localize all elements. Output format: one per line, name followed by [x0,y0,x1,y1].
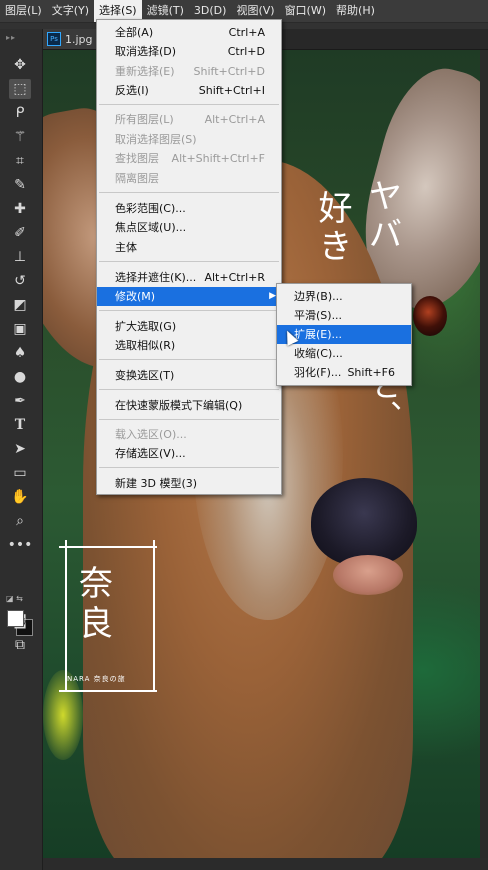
menu-item-select-and-mask[interactable]: 选择并遮住(K)... Alt+Ctrl+R [97,268,281,287]
submenu-item-border[interactable]: 边界(B)... [277,287,411,306]
menu-item-all[interactable]: 全部(A) Ctrl+A [97,23,281,42]
menu-item-isolate-layers[interactable]: 隔离图层 [97,169,281,188]
menu-separator [99,389,279,390]
submenu-item-smooth[interactable]: 平滑(S)... [277,306,411,325]
pen-icon[interactable]: ✒ [9,391,31,411]
stamp-icon[interactable]: ⊥ [9,247,31,267]
deer-mouth [333,555,403,595]
menu-item-deselect[interactable]: 取消选择(D) Ctrl+D [97,42,281,61]
menu-separator [99,104,279,105]
menu-separator [99,359,279,360]
menu-item-new-3d-model[interactable]: 新建 3D 模型(3) [97,474,281,493]
brush-icon[interactable]: ✐ [9,223,31,243]
menu-item-subject[interactable]: 主体 [97,238,281,257]
gradient-icon[interactable]: ▣ [9,319,31,339]
menu-window[interactable]: 窗口(W) [280,0,331,22]
menu-item-reselect[interactable]: 重新选择(E) Shift+Ctrl+D [97,62,281,81]
menu-item-color-range[interactable]: 色彩范围(C)... [97,199,281,218]
eraser-icon[interactable]: ◩ [9,295,31,315]
deer-nose [311,478,417,566]
hand-icon[interactable]: ✋ [9,487,31,507]
more-icon[interactable]: ••• [8,535,33,555]
menu-separator [99,192,279,193]
zoom-icon[interactable]: ⌕ [9,511,31,531]
vertical-scrollbar[interactable] [480,50,488,858]
swap-colors-icon[interactable]: ◪ ⇆ [6,594,23,603]
poster-title-char-1: 奈 [79,564,113,604]
menu-item-save-selection[interactable]: 存储选区(V)... [97,444,281,463]
menu-separator [99,261,279,262]
deer-eye [413,296,447,336]
poster-vertical-text-2: 好き [312,190,352,266]
menu-item-modify[interactable]: 修改(M) ▶ [97,287,281,306]
poster-title: 奈 良 [79,564,129,644]
path-select-icon[interactable]: ➤ [9,439,31,459]
magic-wand-icon[interactable]: ⚚ [9,127,31,147]
menu-item-find-layers[interactable]: 查找图层 Alt+Shift+Ctrl+F [97,149,281,168]
modify-submenu: 边界(B)... 平滑(S)... 扩展(E)... 收缩(C)... 羽化(F… [276,283,412,386]
menu-separator [99,419,279,420]
title-frame-bottom [59,690,157,692]
healing-brush-icon[interactable]: ✚ [9,199,31,219]
rectangle-icon[interactable]: ▭ [9,463,31,483]
menu-layer[interactable]: 图层(L) [0,0,47,22]
submenu-item-contract[interactable]: 收缩(C)... [277,344,411,363]
move-icon[interactable]: ✥ [9,55,31,75]
menu-item-quick-mask[interactable]: 在快速蒙版模式下编辑(Q) [97,396,281,415]
screen-mode-icon[interactable]: ⧉ [9,635,31,655]
status-bar [43,858,488,870]
menu-item-all-layers[interactable]: 所有图层(L) Alt+Ctrl+A [97,110,281,129]
lasso-icon[interactable]: ᑭ [9,103,31,123]
menu-item-grow[interactable]: 扩大选取(G) [97,317,281,336]
history-brush-icon[interactable]: ↺ [9,271,31,291]
menu-help[interactable]: 帮助(H) [331,0,380,22]
dodge-icon[interactable]: ● [9,367,31,387]
poster-title-char-2: 良 [79,604,113,644]
submenu-arrow-icon: ▶ [269,291,276,301]
tools-panel: ▸▸ ✥ ⬚ ᑭ ⚚ ⌗ ✎ ✚ ✐ ⊥ ↺ ◩ ▣ ♠ ● ✒ T ➤ ▭ ✋… [0,29,43,870]
poster-subtitle: NARA 奈良の旅 [67,675,126,683]
foreground-color-swatch[interactable] [7,610,24,627]
submenu-item-feather[interactable]: 羽化(F)... Shift+F6 [277,363,411,382]
marquee-icon[interactable]: ⬚ [9,79,31,99]
menu-item-load-selection[interactable]: 载入选区(O)... [97,425,281,444]
poster-vertical-text-1: ヤバ [362,178,402,254]
menu-item-transform-selection[interactable]: 变换选区(T) [97,366,281,385]
ps-file-icon: Ps [47,32,61,46]
menu-item-deselect-layers[interactable]: 取消选择图层(S) [97,130,281,149]
menu-item-focus-area[interactable]: 焦点区域(U)... [97,218,281,237]
menu-type[interactable]: 文字(Y) [47,0,94,22]
menu-separator [99,467,279,468]
blur-icon[interactable]: ♠ [9,343,31,363]
crop-icon[interactable]: ⌗ [9,151,31,171]
eyedropper-icon[interactable]: ✎ [9,175,31,195]
panel-grip-icon[interactable]: ▸▸ [6,33,34,42]
select-menu: 全部(A) Ctrl+A 取消选择(D) Ctrl+D 重新选择(E) Shift+C… [96,19,282,495]
menu-item-similar[interactable]: 选取相似(R) [97,336,281,355]
menu-item-inverse[interactable]: 反选(I) Shift+Ctrl+I [97,81,281,100]
type-icon[interactable]: T [9,415,31,435]
menu-separator [99,310,279,311]
